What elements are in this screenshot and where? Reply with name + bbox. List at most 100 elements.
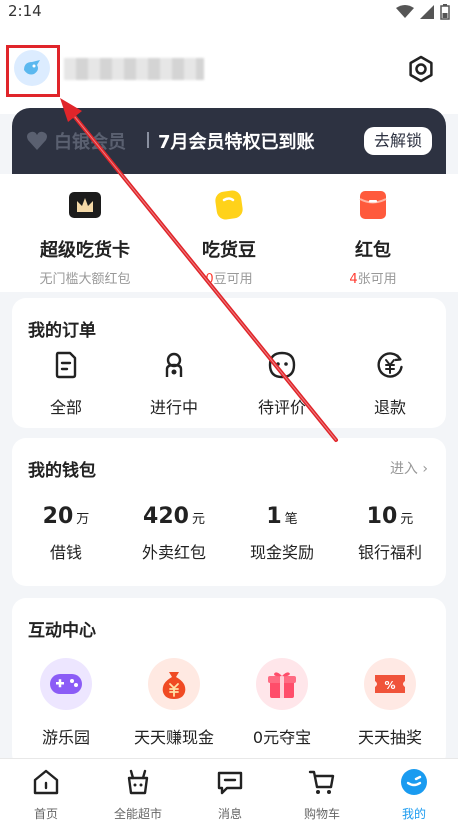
wallet-unit: 元 <box>191 512 205 527</box>
asset-sub-count: 0 <box>205 272 214 287</box>
tab-label: 首页 <box>33 807 58 820</box>
crown-card-icon <box>69 192 101 218</box>
asset-red-packet[interactable]: 红包 4张可用 <box>298 188 448 287</box>
wallet-label: 借钱 <box>49 543 82 562</box>
wallet-num: 20 <box>42 504 74 529</box>
fun-icon-circle <box>256 658 308 710</box>
asset-sub-count: 4 <box>349 272 358 287</box>
wallet-title: 我的钱包 <box>28 461 96 481</box>
asset-title: 超级吃货卡 <box>40 240 130 261</box>
svg-text:%: % <box>384 679 395 692</box>
wallet-label: 现金奖励 <box>249 543 314 562</box>
orders-title: 我的订单 <box>28 321 96 341</box>
asset-sub: 无门槛大额红包 <box>10 268 160 287</box>
asset-title: 吃货豆 <box>202 240 256 261</box>
wallet-card: 我的钱包 进入 › 20 万 借钱 420 元 外卖红包 1笔 现金奖励 10 元 银… <box>12 438 446 586</box>
order-to-review[interactable]: 待评价 <box>228 350 336 418</box>
username-blurred[interactable] <box>64 58 204 80</box>
tab-profile[interactable]: 我的 <box>368 767 458 820</box>
fun-daily-lottery[interactable]: % 天天抽奖 <box>336 658 444 748</box>
wallet-num: 10 <box>366 504 398 529</box>
vip-level-text: 白银会员 <box>54 132 126 153</box>
asset-sub-text: 张可用 <box>357 272 397 287</box>
status-icons <box>396 4 450 20</box>
wallet-loan[interactable]: 20 万 借钱 <box>12 504 120 563</box>
wallet-cash-reward[interactable]: 1笔 现金奖励 <box>228 504 336 563</box>
wallet-bank-benefit[interactable]: 10 元 银行福利 <box>336 504 444 563</box>
fun-icon-circle <box>40 658 92 710</box>
signal-icon <box>420 5 434 19</box>
fun-earn-cash[interactable]: 天天赚现金 <box>120 658 228 748</box>
asset-beans[interactable]: 吃货豆 0豆可用 <box>154 188 304 287</box>
profile-header <box>0 24 458 114</box>
ticket-icon: % <box>375 675 405 693</box>
fun-icon-circle: % <box>364 658 416 710</box>
wallet-num: 420 <box>143 504 189 529</box>
wallet-label: 外卖红包 <box>141 543 206 562</box>
order-refund[interactable]: 退款 <box>336 350 444 418</box>
wallet-enter-text: 进入 <box>389 461 418 477</box>
wallet-num: 1 <box>266 504 282 529</box>
home-icon <box>33 769 59 795</box>
asset-sub: 0豆可用 <box>154 268 304 287</box>
fun-playground[interactable]: 游乐园 <box>12 658 120 748</box>
battery-icon <box>440 4 450 20</box>
fun-label: 游乐园 <box>41 728 90 747</box>
order-label: 全部 <box>49 398 82 417</box>
avatar-highlight-box <box>6 45 60 97</box>
red-packet-icon <box>359 191 387 219</box>
orders-card: 我的订单 全部 进行中 待评价 退款 <box>12 298 446 428</box>
message-icon <box>217 771 243 795</box>
cart-icon <box>308 770 335 794</box>
bean-icon <box>215 190 243 220</box>
wallet-enter-link[interactable]: 进入 › <box>390 458 428 478</box>
order-label: 退款 <box>373 398 406 417</box>
wallet-unit: 元 <box>400 512 414 527</box>
status-time: 2:14 <box>8 2 42 20</box>
gift-icon <box>268 672 296 698</box>
asset-sub-text: 豆可用 <box>213 272 253 287</box>
interaction-center-title: 互动中心 <box>28 621 96 641</box>
tab-label: 消息 <box>217 807 242 820</box>
scooter-icon <box>165 352 183 377</box>
order-label: 待评价 <box>257 398 306 417</box>
wifi-icon <box>396 5 414 18</box>
asset-super-card[interactable]: 超级吃货卡 无门槛大额红包 <box>10 188 160 287</box>
gamepad-icon <box>50 674 82 694</box>
wallet-delivery-packet[interactable]: 420 元 外卖红包 <box>120 504 228 563</box>
asset-sub-text: 无门槛大额红包 <box>39 272 131 287</box>
tab-messages[interactable]: 消息 <box>184 767 276 820</box>
tab-label: 我的 <box>401 807 426 820</box>
profile-icon <box>401 769 427 795</box>
yuan-refund-icon <box>377 352 403 378</box>
tab-label: 全能超市 <box>113 807 162 820</box>
vip-heart-icon <box>27 131 47 150</box>
order-all[interactable]: 全部 <box>12 350 120 418</box>
wallet-unit: 万 <box>76 512 90 527</box>
tab-supermarket[interactable]: 全能超市 <box>92 767 184 820</box>
vip-unlock-button[interactable]: 去解锁 <box>363 127 432 155</box>
wallet-label: 银行福利 <box>357 543 422 562</box>
settings-icon <box>409 55 433 83</box>
fun-label: 天天抽奖 <box>357 728 422 747</box>
order-label: 进行中 <box>149 398 198 417</box>
basket-icon <box>127 769 149 795</box>
settings-button[interactable] <box>406 54 436 84</box>
status-bar: 2:14 <box>0 0 458 24</box>
vip-banner[interactable]: 白银会员 7月会员特权已到账 去解锁 <box>12 108 446 174</box>
vip-promo-text: 7月会员特权已到账 <box>158 132 315 153</box>
fun-label: 天天赚现金 <box>133 728 214 747</box>
asset-title: 红包 <box>355 240 391 261</box>
order-in-progress[interactable]: 进行中 <box>120 350 228 418</box>
smile-icon <box>268 351 296 379</box>
vip-logo: 白银会员 <box>26 128 126 154</box>
fun-zero-treasure[interactable]: 0元夺宝 <box>228 658 336 748</box>
tab-cart[interactable]: 购物车 <box>276 767 368 820</box>
asset-sub: 4张可用 <box>298 268 448 287</box>
fun-label: 0元夺宝 <box>252 728 312 747</box>
assets-section: 超级吃货卡 无门槛大额红包 吃货豆 0豆可用 红包 4张可用 <box>0 174 458 292</box>
tab-label: 购物车 <box>303 807 340 820</box>
tab-home[interactable]: 首页 <box>0 767 92 820</box>
fun-icon-circle <box>148 658 200 710</box>
bottom-tab-bar: 首页 全能超市 消息 购物车 我的 <box>0 758 458 820</box>
